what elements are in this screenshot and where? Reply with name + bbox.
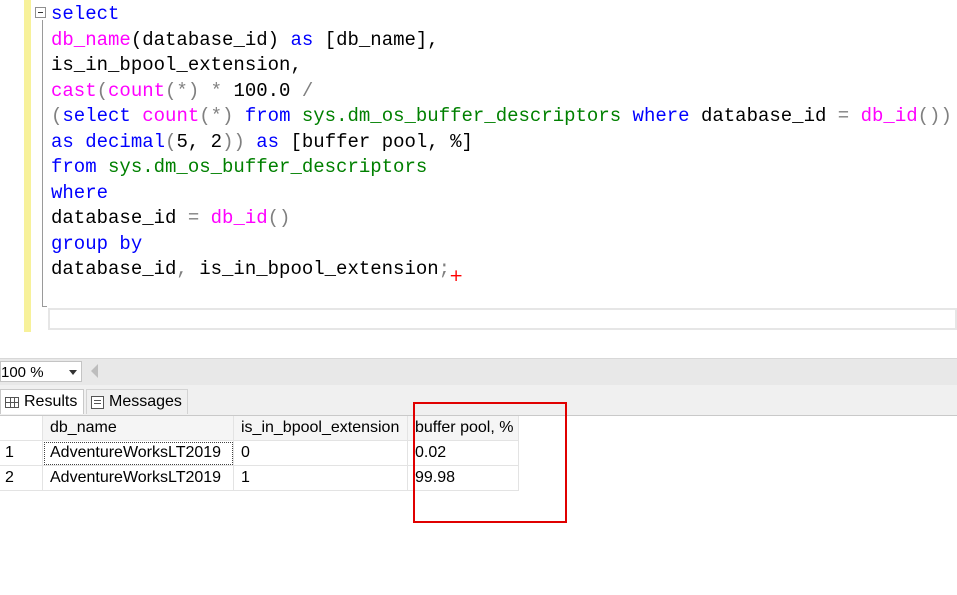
table-cell[interactable]: AdventureWorksLT2019 <box>42 440 234 466</box>
code-token: / <box>290 79 314 102</box>
code-token: as <box>290 28 314 51</box>
code-token: 5, 2 <box>176 130 223 153</box>
column-header-db-name[interactable]: db_name <box>42 416 234 441</box>
code-token: database_id <box>51 207 188 229</box>
code-token: count <box>108 79 166 102</box>
highlight-box <box>413 402 567 523</box>
grid-icon <box>5 396 19 408</box>
table-cell[interactable]: 1 <box>233 465 408 491</box>
code-token: ( <box>165 130 177 153</box>
collapse-icon[interactable] <box>35 7 46 18</box>
code-token: where <box>632 105 690 127</box>
row-number[interactable]: 1 <box>0 440 43 466</box>
zoom-dropdown[interactable]: 100 % <box>0 361 82 382</box>
outline-guide-end <box>42 306 47 307</box>
code-token: database_id <box>51 258 177 280</box>
code-token: () <box>917 105 941 127</box>
code-token: as <box>51 130 74 153</box>
code-token: sys.dm_os_buffer_descriptors <box>108 156 428 178</box>
chevron-down-icon[interactable] <box>69 370 77 375</box>
code-token: db_id <box>210 207 268 229</box>
code-token: ) <box>940 105 952 127</box>
code-token: from <box>244 105 291 127</box>
scroll-left-arrow-icon[interactable] <box>91 364 98 378</box>
code-line[interactable]: database_id, is_in_bpool_extension; <box>51 257 952 283</box>
code-token: [db_name], <box>313 28 439 51</box>
editor-status-bar: 100 % <box>0 358 957 385</box>
current-line-highlight[interactable] <box>48 308 957 330</box>
zoom-value: 100 % <box>1 364 44 381</box>
change-tracking-bar <box>24 0 31 332</box>
code-line[interactable]: (select count(*) from sys.dm_os_buffer_d… <box>51 104 952 130</box>
tab-results[interactable]: Results <box>0 389 84 414</box>
code-token: (database_id) <box>130 28 291 51</box>
tab-messages[interactable]: Messages <box>86 389 188 414</box>
code-line[interactable]: group by <box>51 232 952 258</box>
code-token: ( <box>96 79 109 102</box>
outline-guide <box>42 20 43 307</box>
code-token: (*) <box>199 105 245 127</box>
code-token: db_name <box>51 28 131 51</box>
code-token: 100.0 <box>233 79 291 102</box>
query-editor[interactable]: select db_name(database_id) as [db_name],… <box>0 0 957 358</box>
code-token: decimal <box>85 130 166 153</box>
code-token: where <box>51 181 109 204</box>
table-cell[interactable]: AdventureWorksLT2019 <box>42 465 234 491</box>
code-line[interactable]: is_in_bpool_extension, <box>51 53 952 79</box>
column-header-is-in-bpool-extension[interactable]: is_in_bpool_extension <box>233 416 408 441</box>
code-token: cast <box>51 79 97 102</box>
code-token: () <box>267 207 291 229</box>
sql-code[interactable]: select db_name(database_id) as [db_name],… <box>51 2 952 283</box>
code-token: select <box>51 3 120 25</box>
code-token: sys.dm_os_buffer_descriptors <box>301 105 622 127</box>
code-token: db_id <box>860 105 918 127</box>
tab-results-label: Results <box>24 393 78 410</box>
code-token: as <box>256 130 280 153</box>
code-token: select <box>62 105 131 127</box>
code-line[interactable]: from sys.dm_os_buffer_descriptors <box>51 155 952 181</box>
tab-messages-label: Messages <box>109 393 182 410</box>
code-line[interactable]: where <box>51 181 952 207</box>
code-token: group by <box>51 232 143 255</box>
row-number[interactable]: 2 <box>0 465 43 491</box>
code-line[interactable]: db_name(database_id) as [db_name], <box>51 28 952 54</box>
table-cell[interactable]: 0 <box>233 440 408 466</box>
code-line[interactable]: database_id = db_id() <box>51 206 952 232</box>
code-token: = <box>187 207 200 229</box>
code-token: is_in_bpool_extension, <box>51 54 302 76</box>
code-token: = <box>837 105 850 127</box>
code-token: [buffer pool, %] <box>279 130 473 153</box>
code-token: )) <box>222 130 245 153</box>
code-token: is_in_bpool_extension <box>187 258 439 280</box>
code-line[interactable]: as decimal(5, 2)) as [buffer pool, %] <box>51 130 952 156</box>
code-token: , <box>176 258 188 280</box>
messages-icon <box>91 395 104 409</box>
code-token: count <box>142 105 200 127</box>
code-token: from <box>51 156 97 178</box>
code-token: ( <box>51 105 63 127</box>
code-line[interactable]: select <box>51 2 952 28</box>
row-header-corner[interactable] <box>0 416 43 441</box>
mouse-cursor-icon: + <box>449 266 464 286</box>
code-token: (*) * <box>165 79 234 102</box>
code-token: database_id <box>689 105 838 127</box>
code-line[interactable]: cast(count(*) * 100.0 / <box>51 79 952 105</box>
